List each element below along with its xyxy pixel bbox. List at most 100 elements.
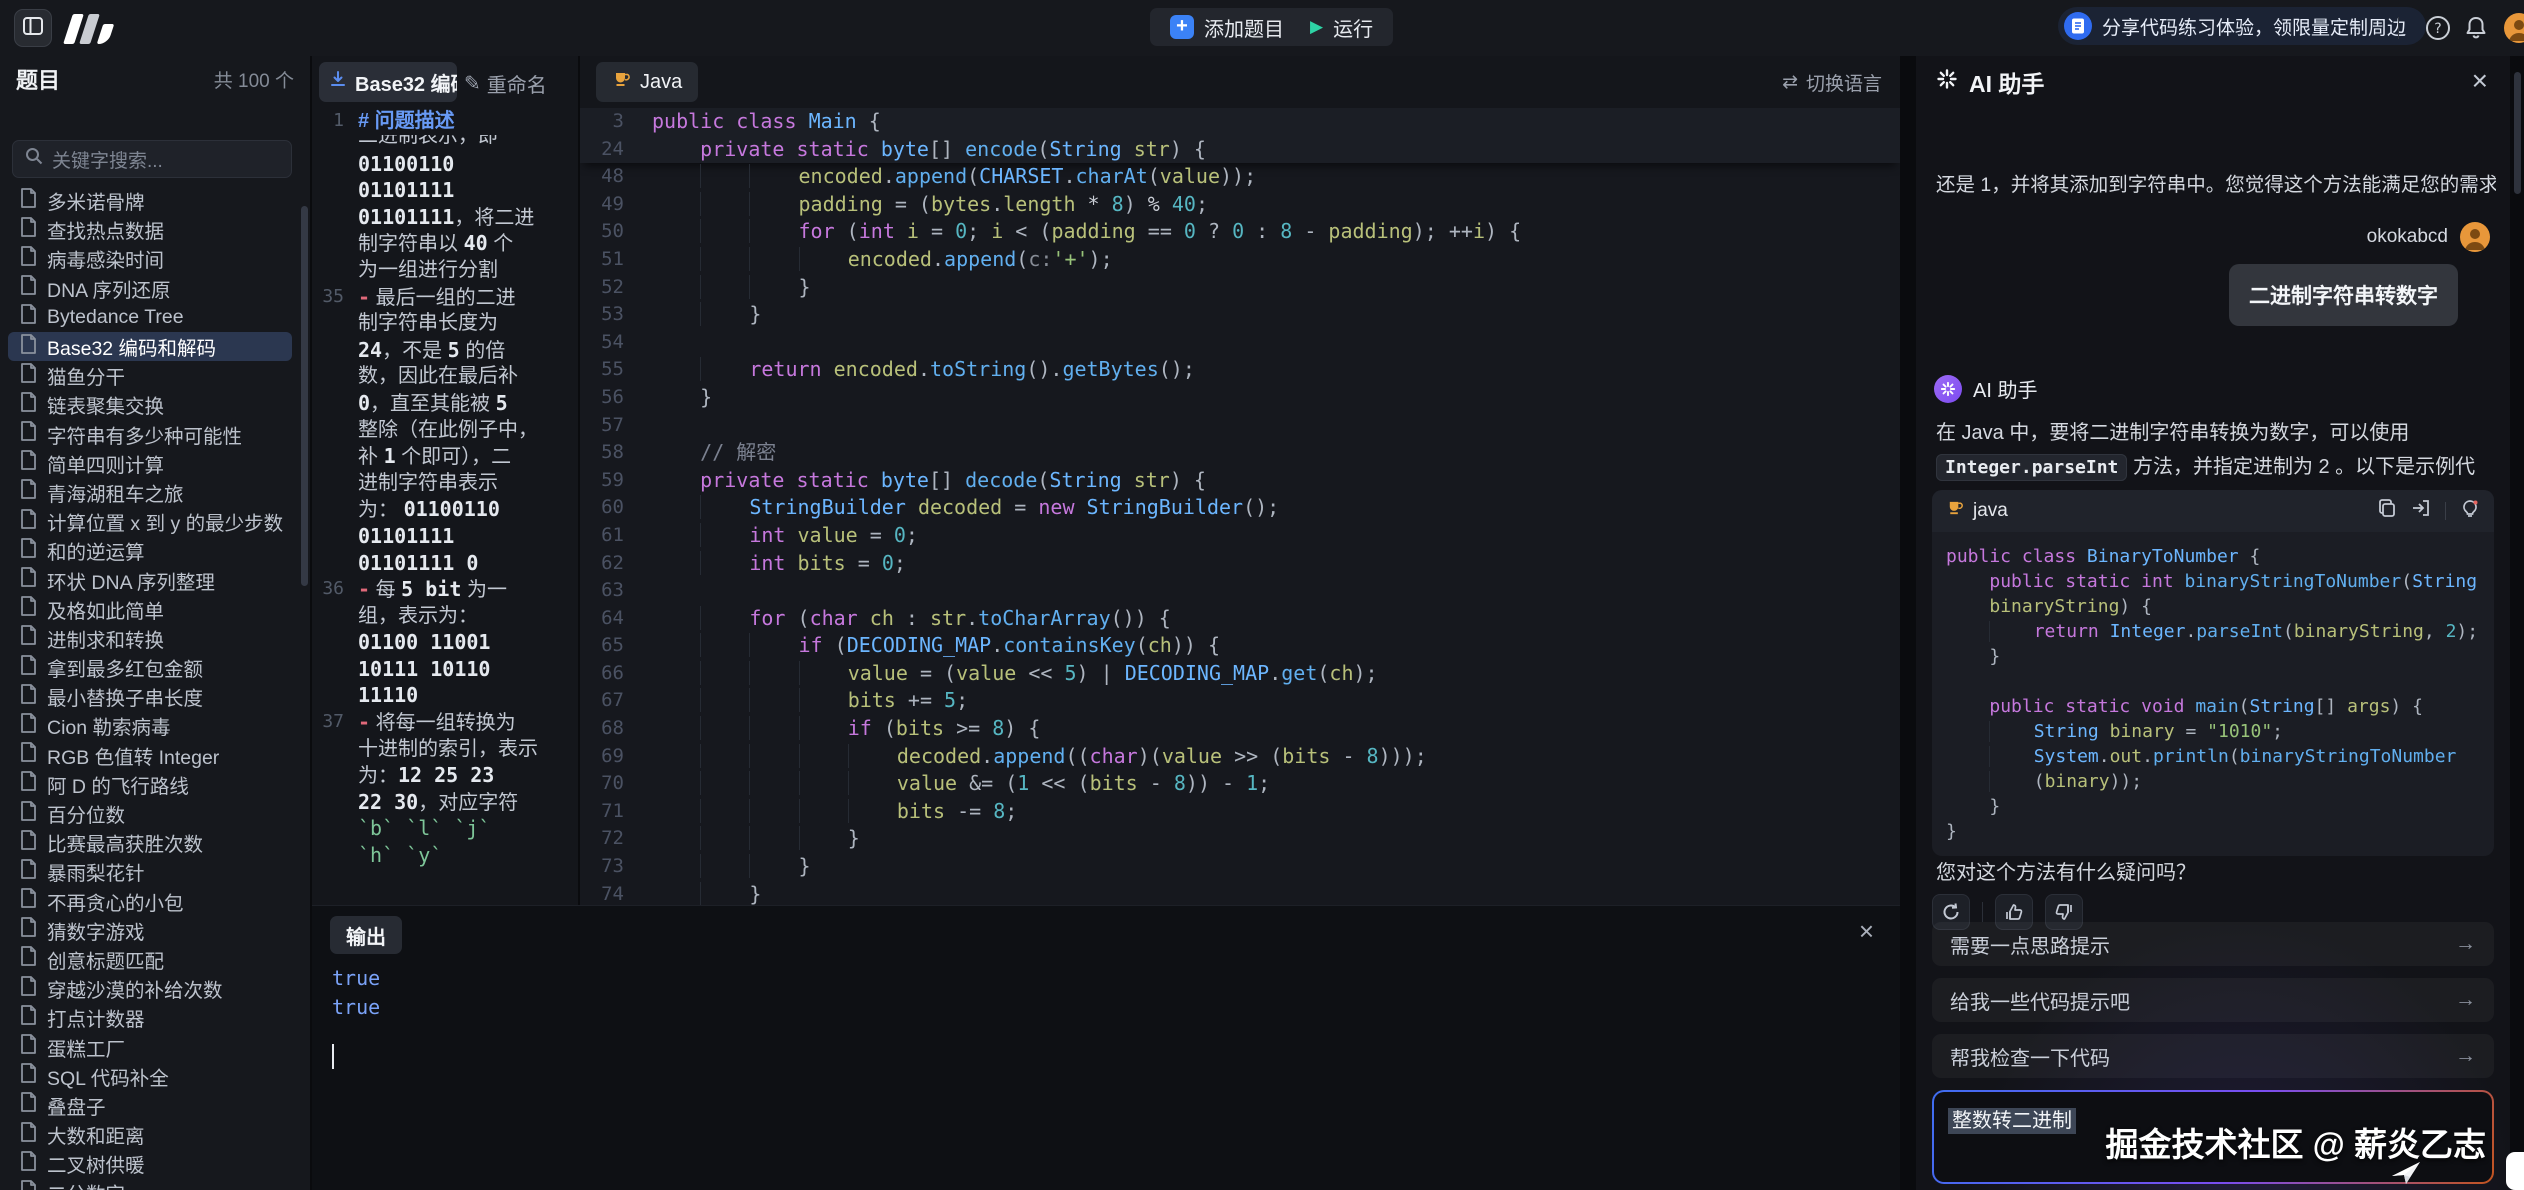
- sidebar-item[interactable]: 蛋糕工厂: [8, 1032, 292, 1061]
- help-button[interactable]: ?: [2424, 14, 2452, 42]
- sidebar-item[interactable]: 猫鱼分干: [8, 361, 292, 390]
- line-number: [312, 736, 358, 763]
- problem-line: 组，表示为：: [312, 603, 578, 630]
- sidebar-item[interactable]: 不再贪心的小包: [8, 887, 292, 916]
- code-editor[interactable]: 3public class Main {24 private static by…: [580, 108, 1900, 905]
- sidebar-item[interactable]: 青海湖租车之旅: [8, 478, 292, 507]
- sidebar-item[interactable]: RGB 色值转 Integer: [8, 741, 292, 770]
- line-number: 49: [580, 191, 652, 219]
- output-line: true: [332, 993, 380, 1022]
- sidebar-item[interactable]: 穿越沙漠的补给次数: [8, 974, 292, 1003]
- search-placeholder: 关键字搜索...: [52, 146, 163, 173]
- sidebar-item[interactable]: 创意标题匹配: [8, 945, 292, 974]
- switch-language-button[interactable]: ⇄ 切换语言: [1782, 69, 1882, 96]
- suggestion-chip[interactable]: 给我一些代码提示吧→: [1932, 978, 2494, 1022]
- ai-panel-scrollbar[interactable]: [2514, 72, 2521, 194]
- arrow-right-icon: →: [2455, 988, 2476, 1012]
- sidebar-toggle-button[interactable]: [14, 9, 52, 47]
- code-text: private static byte[] decode(String str)…: [652, 467, 1206, 495]
- code-text: padding = (bytes.length * 8) % 40;: [652, 191, 1208, 219]
- sidebar-item[interactable]: Bytedance Tree: [8, 303, 292, 332]
- ai-close-icon[interactable]: ×: [2472, 65, 2488, 97]
- suggestion-label: 需要一点思路提示: [1950, 930, 2110, 959]
- ai-avatar: [1934, 375, 1962, 403]
- sidebar-item[interactable]: 暴雨梨花针: [8, 857, 292, 886]
- sidebar-item[interactable]: 环状 DNA 序列整理: [8, 565, 292, 594]
- add-question-button[interactable]: + 添加题目: [1150, 8, 1304, 46]
- rename-button[interactable]: ✎ 重命名: [464, 69, 547, 98]
- plus-icon: +: [1170, 15, 1194, 39]
- file-icon: [20, 1180, 37, 1190]
- line-number: 70: [580, 770, 652, 798]
- code-text: // 解密: [652, 439, 776, 467]
- sidebar-item[interactable]: 大数和距离: [8, 1120, 292, 1149]
- code-text: binaryString) {: [1946, 596, 2152, 617]
- search-input[interactable]: 关键字搜索...: [12, 140, 292, 178]
- code-block-header: java: [1932, 490, 2494, 532]
- problem-tab[interactable]: Base32 编码和: [319, 62, 457, 102]
- sidebar-item[interactable]: 二分数字: [8, 1178, 292, 1190]
- copy-code-icon[interactable]: [2377, 498, 2397, 524]
- code-text: }: [1946, 796, 2000, 817]
- sidebar-item[interactable]: 链表聚集交换: [8, 390, 292, 419]
- suggestion-chip[interactable]: 帮我检查一下代码→: [1932, 1034, 2494, 1078]
- suggestion-chip[interactable]: 需要一点思路提示→: [1932, 922, 2494, 966]
- app-logo[interactable]: [68, 12, 128, 44]
- file-icon: [20, 421, 37, 447]
- magic-optimize-icon[interactable]: [2460, 498, 2480, 524]
- user-avatar[interactable]: [2504, 13, 2524, 43]
- sidebar-item[interactable]: 最小替换子串长度: [8, 682, 292, 711]
- code-line: (binary));: [1946, 769, 2480, 794]
- line-number: 59: [580, 467, 652, 495]
- line-number: 67: [580, 687, 652, 715]
- code-language-label: java: [1973, 500, 2008, 522]
- sidebar-item[interactable]: 字符串有多少种可能性: [8, 420, 292, 449]
- problem-text: 整除（在此例子中，: [358, 417, 538, 444]
- sidebar-item[interactable]: 计算位置 x 到 y 的最少步数: [8, 507, 292, 536]
- sidebar-item[interactable]: 二叉树供暖: [8, 1149, 292, 1178]
- run-button[interactable]: ▶ 运行: [1290, 8, 1393, 46]
- sidebar-item[interactable]: Base32 编码和解码: [8, 332, 292, 361]
- sidebar-item[interactable]: 多米诺骨牌: [8, 186, 292, 215]
- sidebar-item[interactable]: 和的逆运算: [8, 536, 292, 565]
- language-tab-java[interactable]: Java: [596, 62, 698, 102]
- sidebar-item[interactable]: Cion 勒索病毒: [8, 711, 292, 740]
- sidebar-item[interactable]: 进制求和转换: [8, 624, 292, 653]
- sidebar-item[interactable]: 百分位数: [8, 799, 292, 828]
- code-line: 57: [580, 412, 1900, 440]
- problem-line: 01101111: [312, 523, 578, 550]
- file-icon: [20, 334, 37, 360]
- sidebar-item[interactable]: DNA 序列还原: [8, 274, 292, 303]
- insert-code-icon[interactable]: [2411, 498, 2431, 524]
- sidebar-scrollbar[interactable]: [301, 206, 308, 586]
- output-close-icon[interactable]: ×: [1859, 918, 1874, 944]
- sidebar-item[interactable]: 查找热点数据: [8, 215, 292, 244]
- problem-text: 01101111: [358, 177, 454, 204]
- sidebar-item[interactable]: 打点计数器: [8, 1003, 292, 1032]
- problem-description[interactable]: 1# 问题描述二进制表示，即011001100110111101101111，将…: [312, 108, 578, 905]
- sidebar-item[interactable]: 拿到最多红包金额: [8, 653, 292, 682]
- output-tab[interactable]: 输出: [330, 916, 402, 954]
- line-number: 64: [580, 605, 652, 633]
- problem-line: 数，因此在最后补: [312, 363, 578, 390]
- line-number: [312, 230, 358, 257]
- sidebar-item[interactable]: SQL 代码补全: [8, 1062, 292, 1091]
- file-icon: [20, 625, 37, 651]
- java-cup-icon: [1946, 499, 1964, 523]
- sidebar-item[interactable]: 及格如此简单: [8, 595, 292, 624]
- promo-banner[interactable]: 分享代码练习体验，领限量定制周边: [2058, 7, 2426, 45]
- notifications-bell-button[interactable]: [2462, 14, 2490, 42]
- sidebar-item-label: 最小替换子串长度: [47, 682, 203, 711]
- sidebar-item[interactable]: 病毒感染时间: [8, 244, 292, 273]
- code-text: encoded.append(CHARSET.charAt(value));: [652, 163, 1256, 191]
- user-message-bubble: 二进制字符串转数字: [2229, 264, 2458, 326]
- sidebar-item[interactable]: 比赛最高获胜次数: [8, 828, 292, 857]
- sidebar-item[interactable]: 简单四则计算: [8, 449, 292, 478]
- code-line: 58 // 解密: [580, 439, 1900, 467]
- sidebar-item[interactable]: 阿 D 的飞行路线: [8, 770, 292, 799]
- sidebar-item[interactable]: 猜数字游戏: [8, 916, 292, 945]
- sidebar-item[interactable]: 叠盘子: [8, 1091, 292, 1120]
- code-line: binaryString) {: [1946, 594, 2480, 619]
- line-number: 61: [580, 522, 652, 550]
- file-icon: [20, 567, 37, 593]
